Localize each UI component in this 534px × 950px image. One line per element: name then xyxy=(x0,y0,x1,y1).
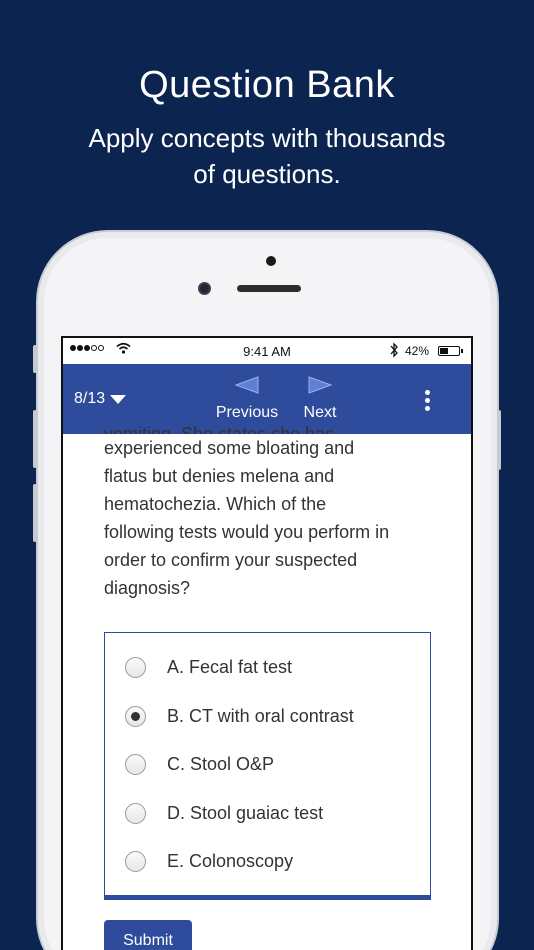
question-counter: 8/13 xyxy=(74,390,106,407)
question-line: experienced some bloating and xyxy=(104,438,355,458)
proximity-sensor xyxy=(266,256,276,266)
promo-subtitle: Apply concepts with thousands of questio… xyxy=(40,120,494,192)
right-arrow-icon xyxy=(308,376,333,394)
question-counter-dropdown[interactable]: 8/13 xyxy=(74,390,127,408)
previous-button[interactable]: Previous xyxy=(211,376,283,422)
more-vertical-icon[interactable] xyxy=(425,390,430,411)
promo-subtitle-line-2: of questions. xyxy=(193,159,341,189)
bluetooth-icon xyxy=(390,342,398,358)
radio-button[interactable] xyxy=(125,850,146,872)
volume-up-button xyxy=(33,410,37,468)
left-arrow-icon xyxy=(234,376,259,394)
front-camera xyxy=(198,282,211,295)
answer-option-d[interactable]: D. Stool guaiac test xyxy=(105,793,430,833)
question-line: diagnosis? xyxy=(104,578,191,598)
promo-title: Question Bank xyxy=(139,64,395,106)
answer-label: A. Fecal fat test xyxy=(167,656,293,677)
volume-down-button xyxy=(33,484,37,542)
phone-screen: 9:41 AM 42% 8/13 Previous Next vomiting.… xyxy=(61,336,473,950)
radio-button[interactable] xyxy=(125,802,146,824)
answer-option-e[interactable]: E. Colonoscopy xyxy=(105,841,430,881)
answer-option-a[interactable]: A. Fecal fat test xyxy=(105,647,430,687)
status-bar: 9:41 AM 42% xyxy=(63,338,471,364)
question-line: flatus but denies melena and xyxy=(104,466,335,486)
answer-options: A. Fecal fat test B. CT with oral contra… xyxy=(104,632,431,900)
answer-label: C. Stool O&P xyxy=(167,753,275,774)
radio-button[interactable] xyxy=(125,656,146,678)
battery-percent: 42% xyxy=(405,344,430,358)
answer-label: D. Stool guaiac test xyxy=(167,802,324,823)
battery-tip xyxy=(461,349,463,353)
next-button[interactable]: Next xyxy=(297,376,343,422)
power-button xyxy=(497,410,501,470)
mute-switch xyxy=(33,345,37,373)
question-line: order to confirm your suspected xyxy=(104,550,358,570)
battery-icon xyxy=(438,346,460,356)
question-line: following tests would you perform in xyxy=(104,522,390,542)
promo-subtitle-line-1: Apply concepts with thousands xyxy=(88,123,446,153)
chevron-down-icon xyxy=(110,394,127,404)
submit-button[interactable]: Submit xyxy=(104,920,192,950)
question-line: hematochezia. Which of the xyxy=(104,494,327,514)
answer-option-b[interactable]: B. CT with oral contrast xyxy=(105,696,430,736)
earpiece-speaker xyxy=(237,285,301,292)
answer-label: B. CT with oral contrast xyxy=(167,705,354,726)
answer-option-c[interactable]: C. Stool O&P xyxy=(105,744,430,784)
question-text: experienced some bloating and flatus but… xyxy=(104,434,444,602)
answer-label: E. Colonoscopy xyxy=(167,850,294,871)
question-cut-line: vomiting. She states she has xyxy=(104,424,335,434)
radio-button[interactable] xyxy=(125,753,146,775)
radio-button[interactable] xyxy=(125,705,146,727)
